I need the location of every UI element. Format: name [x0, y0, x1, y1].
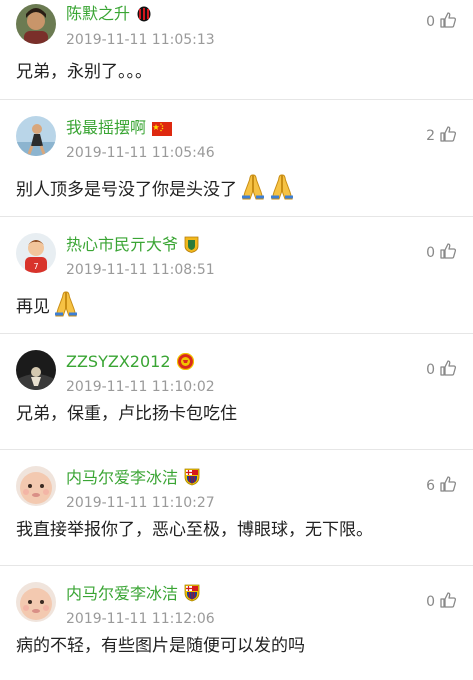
- praying-hands-icon: [53, 290, 79, 325]
- username[interactable]: 陈默之升: [66, 4, 130, 23]
- avatar[interactable]: [16, 582, 56, 622]
- thumbs-up-icon: [439, 242, 457, 264]
- like-count: 6: [426, 478, 435, 494]
- praying-hands-icon: [240, 173, 266, 208]
- manchester-united-badge-icon: [176, 352, 194, 375]
- username[interactable]: 我最摇摆啊: [66, 118, 146, 137]
- barcelona-badge-icon: [184, 468, 200, 491]
- timestamp: 2019-11-11 11:10:27: [66, 495, 215, 511]
- comment-text: 病的不轻，有些图片是随便可以发的吗: [16, 636, 305, 656]
- comment-item: 内马尔爱李冰洁 2019-11-11 11:12:06 0 病的不轻，有些图片是…: [0, 566, 473, 680]
- comment-item: ZZSYZX2012 2019-11-11 11:10:02 0 兄弟，保重，卢…: [0, 334, 473, 450]
- like-button[interactable]: 0: [426, 242, 457, 264]
- like-button[interactable]: 6: [426, 475, 457, 497]
- like-count: 0: [426, 362, 435, 378]
- ac-milan-badge-icon: [136, 6, 152, 27]
- timestamp: 2019-11-11 11:05:13: [66, 32, 215, 48]
- thumbs-up-icon: [439, 11, 457, 33]
- avatar[interactable]: [16, 466, 56, 506]
- comment-item: 陈默之升 2019-11-11 11:05:13 0 兄弟，永别了。。。: [0, 0, 473, 100]
- thumbs-up-icon: [439, 359, 457, 381]
- like-button[interactable]: 0: [426, 11, 457, 33]
- username[interactable]: 内马尔爱李冰洁: [66, 468, 178, 487]
- username[interactable]: 热心市民亓大爷: [66, 235, 178, 254]
- comment-item: 7 热心市民亓大爷 2019-11-11 11:08:51 0 再见: [0, 217, 473, 334]
- china-flag-icon: [152, 121, 173, 141]
- like-count: 0: [426, 14, 435, 30]
- username[interactable]: ZZSYZX2012: [66, 352, 171, 371]
- timestamp: 2019-11-11 11:10:02: [66, 379, 215, 395]
- avatar[interactable]: [16, 4, 56, 44]
- comment-text: 兄弟，永别了。。。: [16, 62, 152, 82]
- timestamp: 2019-11-11 11:12:06: [66, 611, 215, 627]
- comment-text: 我直接举报你了，恶心至极，博眼球，无下限。: [16, 520, 373, 540]
- svg-text:7: 7: [33, 262, 38, 271]
- avatar[interactable]: [16, 116, 56, 156]
- like-button[interactable]: 2: [426, 125, 457, 147]
- comment-list: 陈默之升 2019-11-11 11:05:13 0 兄弟，永别了。。。 我最摇…: [0, 0, 473, 680]
- timestamp: 2019-11-11 11:08:51: [66, 262, 215, 278]
- thumbs-up-icon: [439, 591, 457, 613]
- barcelona-badge-icon: [184, 584, 200, 607]
- comment-item: 内马尔爱李冰洁 2019-11-11 11:10:27 6 我直接举报你了，恶心…: [0, 450, 473, 566]
- like-count: 0: [426, 594, 435, 610]
- username[interactable]: 内马尔爱李冰洁: [66, 584, 178, 603]
- timestamp: 2019-11-11 11:05:46: [66, 145, 215, 161]
- like-count: 0: [426, 245, 435, 261]
- like-count: 2: [426, 128, 435, 144]
- like-button[interactable]: 0: [426, 359, 457, 381]
- comment-text: 再见: [16, 290, 79, 325]
- thumbs-up-icon: [439, 475, 457, 497]
- club-crest-icon: [184, 236, 199, 258]
- avatar[interactable]: [16, 350, 56, 390]
- comment-item: 我最摇摆啊 2019-11-11 11:05:46 2 别人顶多是号没了你是头没…: [0, 100, 473, 217]
- avatar[interactable]: 7: [16, 233, 56, 273]
- like-button[interactable]: 0: [426, 591, 457, 613]
- comment-text: 别人顶多是号没了你是头没了: [16, 173, 295, 208]
- comment-text: 兄弟，保重，卢比扬卡包吃住: [16, 404, 237, 424]
- praying-hands-icon: [269, 173, 295, 208]
- thumbs-up-icon: [439, 125, 457, 147]
